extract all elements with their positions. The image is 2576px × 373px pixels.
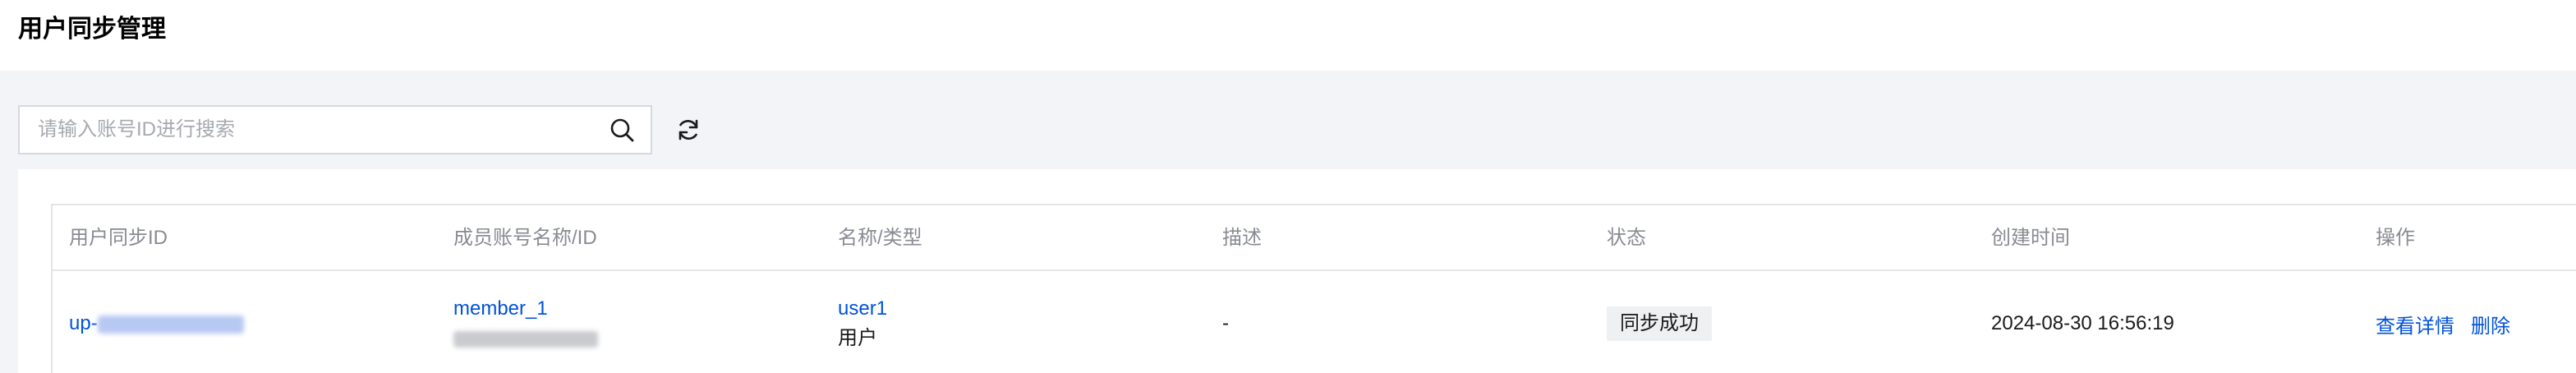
sync-id-cell: up-: [69, 273, 244, 373]
content-panel: 用户同步ID 成员账号名称/ID 名称/类型 描述 状态 创建时间 操作 up-…: [18, 169, 2576, 373]
redacted-sync-id: [97, 315, 244, 334]
created-at-text: 2024-08-30 16:56:19: [1991, 312, 2174, 334]
status-cell: 同步成功: [1607, 273, 1712, 373]
actions-cell: 查看详情 删除: [2376, 273, 2527, 373]
column-header-status: 状态: [1607, 227, 1646, 249]
member-name-link[interactable]: member_1: [453, 297, 548, 320]
column-header-description: 描述: [1222, 227, 1262, 249]
toolbar: [18, 105, 703, 154]
created-at-cell: 2024-08-30 16:56:19: [1991, 273, 2174, 373]
user-name-link[interactable]: user1: [838, 297, 887, 320]
status-badge: 同步成功: [1607, 306, 1712, 341]
delete-link[interactable]: 删除: [2471, 310, 2510, 338]
name-type-cell: user1 用户: [838, 273, 887, 373]
member-cell: member_1: [453, 273, 598, 373]
description-cell: -: [1222, 273, 1229, 373]
refresh-icon[interactable]: [674, 115, 703, 145]
user-type: 用户: [838, 327, 877, 349]
search-input[interactable]: [38, 118, 608, 141]
search-box[interactable]: [18, 105, 652, 154]
column-header-member: 成员账号名称/ID: [453, 227, 597, 249]
view-details-link[interactable]: 查看详情: [2376, 310, 2454, 338]
table-row: up- member_1 user1 用户 - 同步成功 2024-08-30 …: [53, 273, 2576, 373]
table-header: 用户同步ID 成员账号名称/ID 名称/类型 描述 状态 创建时间 操作: [53, 205, 2576, 271]
page-title: 用户同步管理: [18, 16, 166, 43]
search-icon[interactable]: [608, 116, 636, 144]
redacted-member-id: [453, 330, 598, 348]
page-header: 用户同步管理: [0, 0, 2576, 71]
sync-id-link[interactable]: up-: [69, 312, 98, 334]
column-header-actions: 操作: [2376, 227, 2415, 249]
sync-table: 用户同步ID 成员账号名称/ID 名称/类型 描述 状态 创建时间 操作 up-…: [51, 204, 2576, 373]
column-header-name-type: 名称/类型: [838, 227, 922, 249]
column-header-sync-id: 用户同步ID: [69, 227, 168, 249]
description-text: -: [1222, 312, 1229, 334]
column-header-created-at: 创建时间: [1991, 227, 2070, 249]
